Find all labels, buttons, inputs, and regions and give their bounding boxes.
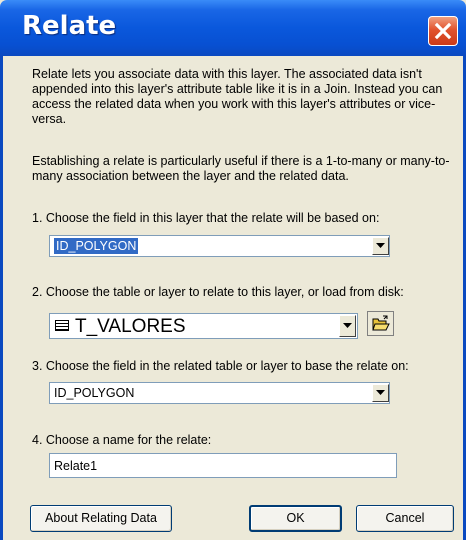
close-button[interactable] — [428, 16, 458, 46]
base-field-dropdown[interactable]: ID_POLYGON — [49, 235, 390, 257]
about-relating-data-button[interactable]: About Relating Data — [30, 505, 172, 532]
dialog-title: Relate — [22, 11, 117, 41]
relate-dialog: Relate Relate lets you associate data wi… — [0, 0, 466, 540]
browse-button[interactable] — [367, 311, 394, 336]
relate-name-input[interactable]: Relate1 — [49, 453, 397, 478]
title-bar[interactable]: Relate — [0, 0, 466, 56]
table-icon — [55, 320, 69, 331]
related-table-dropdown-button[interactable] — [339, 315, 356, 337]
related-field-value: ID_POLYGON — [54, 386, 135, 400]
related-field-dropdown[interactable]: ID_POLYGON — [49, 382, 390, 404]
chevron-down-icon — [376, 243, 385, 248]
related-field-dropdown-button[interactable] — [372, 384, 389, 402]
step3-label: 3. Choose the field in the related table… — [32, 359, 409, 373]
close-icon — [434, 22, 452, 40]
open-folder-icon — [372, 315, 390, 331]
base-field-value: ID_POLYGON — [52, 237, 140, 255]
step4-label: 4. Choose a name for the relate: — [32, 433, 212, 447]
chevron-down-icon — [343, 323, 352, 328]
related-table-value: T_VALORES — [75, 316, 186, 337]
chevron-down-icon — [376, 390, 385, 395]
ok-button[interactable]: OK — [249, 505, 342, 532]
description-text: Relate lets you associate data with this… — [32, 67, 443, 126]
step2-label: 2. Choose the table or layer to relate t… — [32, 285, 404, 299]
base-field-dropdown-button[interactable] — [372, 237, 389, 255]
related-table-dropdown[interactable]: T_VALORES — [49, 313, 358, 339]
cancel-button[interactable]: Cancel — [356, 505, 454, 532]
description-text-2: Establishing a relate is particularly us… — [32, 154, 450, 183]
relate-name-value: Relate1 — [54, 459, 98, 473]
step1-label: 1. Choose the field in this layer that t… — [32, 211, 380, 225]
